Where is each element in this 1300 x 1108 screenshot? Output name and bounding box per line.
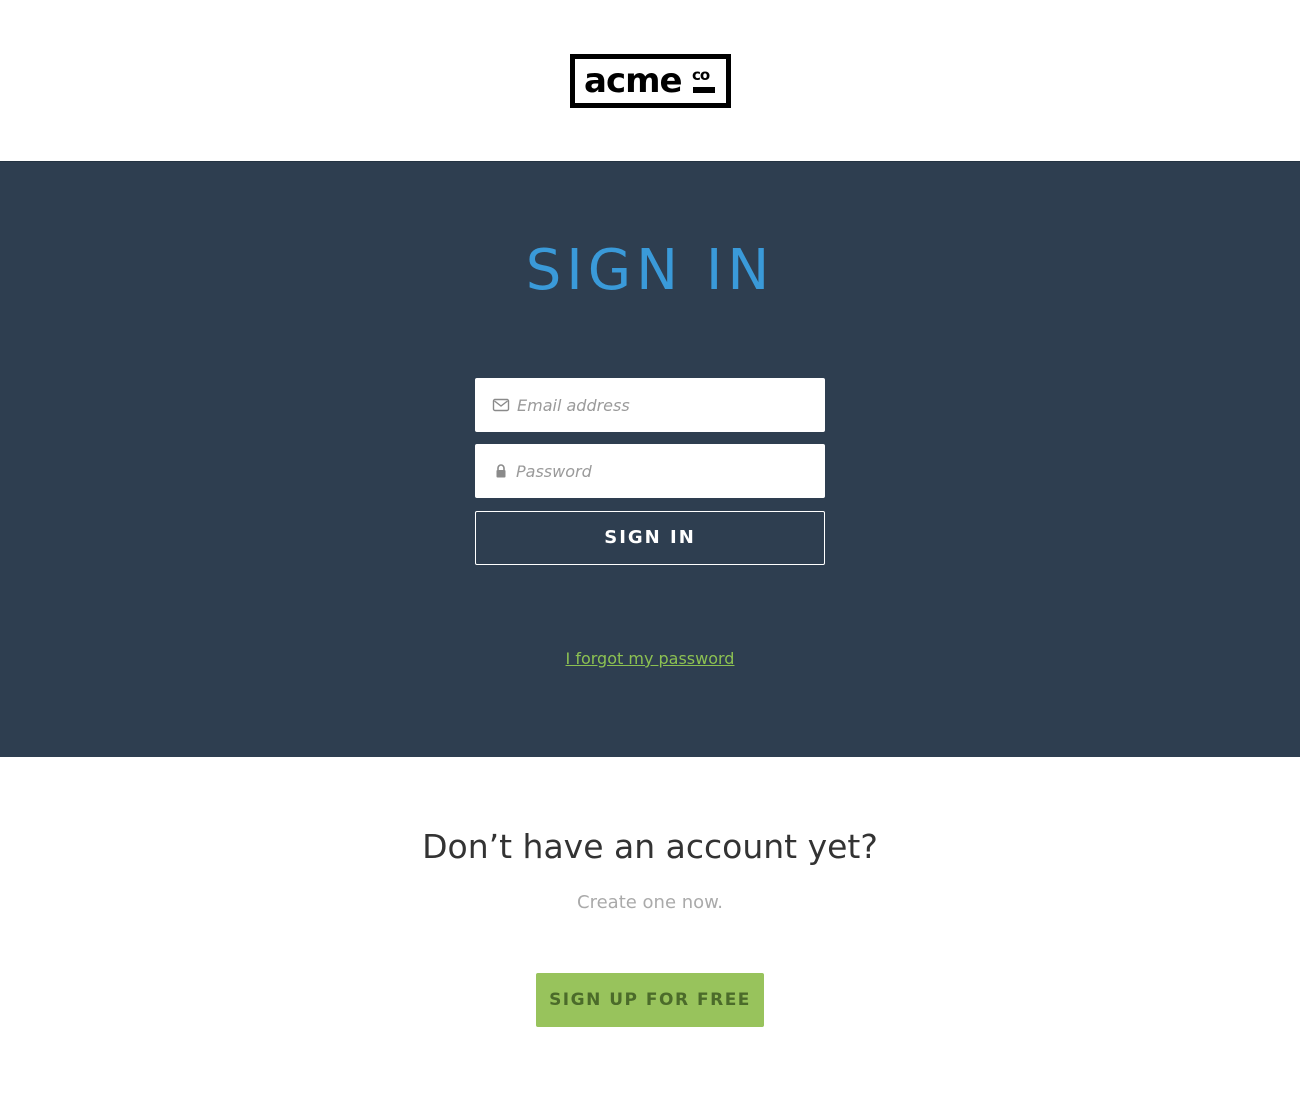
logo-suffix: co: [692, 66, 710, 84]
signup-title: Don’t have an account yet?: [422, 827, 878, 866]
logo-underline: [693, 87, 715, 93]
password-input[interactable]: [516, 444, 816, 498]
logo-wordmark: acme: [584, 61, 683, 101]
page-header: acme co: [0, 0, 1300, 161]
envelope-icon: [492, 397, 510, 413]
signin-title: SIGN IN: [525, 238, 775, 303]
signin-button[interactable]: SIGN IN: [475, 511, 825, 565]
password-field[interactable]: [475, 444, 825, 498]
signup-button[interactable]: SIGN UP FOR FREE: [536, 973, 764, 1027]
lock-icon: [492, 463, 510, 479]
forgot-password-row: I forgot my password: [0, 648, 1300, 670]
email-input[interactable]: [517, 378, 817, 432]
signin-panel: SIGN IN SIGN IN I forgot my password: [0, 161, 1300, 757]
signup-subtitle: Create one now.: [577, 892, 723, 913]
email-field[interactable]: [475, 378, 825, 432]
forgot-password-link[interactable]: I forgot my password: [566, 649, 735, 668]
acme-co-logo[interactable]: acme co: [570, 54, 731, 108]
signup-section: Don’t have an account yet? Create one no…: [0, 757, 1300, 1108]
